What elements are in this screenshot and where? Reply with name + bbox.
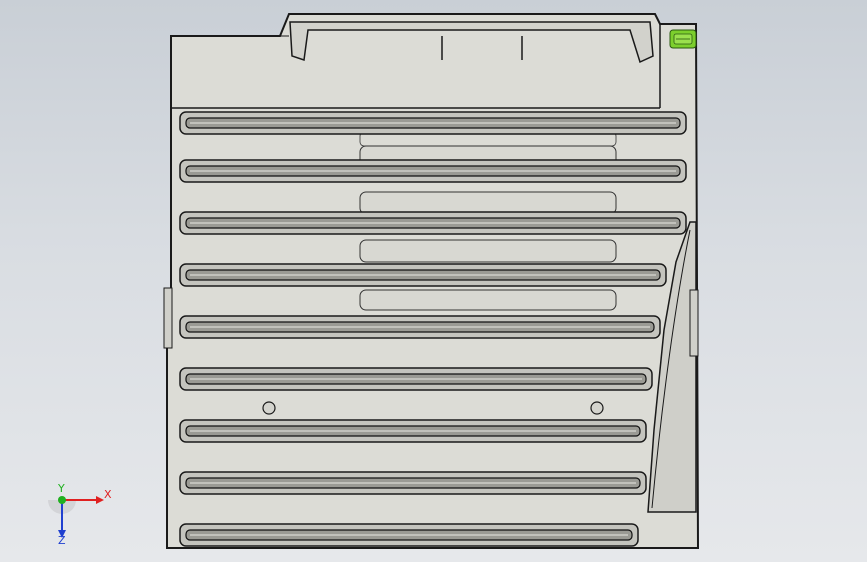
y-axis-dot <box>58 496 66 504</box>
enclosure-model[interactable] <box>163 13 700 549</box>
screw-hole <box>590 401 604 415</box>
cad-viewport[interactable] <box>0 0 867 562</box>
vent-pad <box>359 191 617 215</box>
green-connector[interactable] <box>669 29 697 49</box>
z-axis-label: Z <box>58 534 66 546</box>
vent-pad <box>359 239 617 263</box>
vent-pad <box>359 289 617 311</box>
axis-triad: X Y Z <box>48 482 112 546</box>
x-axis-label: X <box>104 488 112 501</box>
right-side-notch <box>689 289 699 357</box>
vent-slot-group <box>179 111 687 547</box>
left-side-notch <box>163 287 173 349</box>
screw-hole <box>262 401 276 415</box>
y-axis-label: Y <box>57 482 65 495</box>
